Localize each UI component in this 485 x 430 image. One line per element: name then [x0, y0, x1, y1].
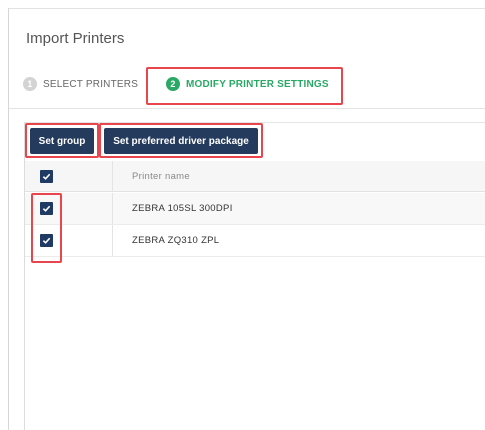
- table-row[interactable]: ZEBRA 105SL 300DPI: [25, 193, 485, 225]
- column-divider: [112, 193, 113, 224]
- step-number-badge: 1: [23, 77, 37, 91]
- divider: [9, 108, 485, 109]
- highlight-box-set-driver: [99, 123, 263, 158]
- dialog-left-border: [8, 8, 9, 430]
- table-row[interactable]: ZEBRA ZQ310 ZPL: [25, 225, 485, 257]
- column-divider: [112, 225, 113, 256]
- highlight-box-set-group: [25, 123, 99, 158]
- dialog-top-border: [8, 8, 485, 9]
- column-divider: [112, 161, 113, 191]
- checkmark-icon: [42, 173, 51, 180]
- highlight-box-row-checkboxes: [31, 193, 62, 263]
- step-select-printers[interactable]: 1 SELECT PRINTERS: [23, 77, 138, 91]
- page-title: Import Printers: [26, 30, 125, 47]
- column-header-printer-name[interactable]: Printer name: [132, 171, 190, 182]
- highlight-box-step2: [146, 67, 343, 105]
- step-label: SELECT PRINTERS: [43, 78, 139, 90]
- printer-name-cell: ZEBRA ZQ310 ZPL: [132, 235, 220, 246]
- import-printers-dialog: Import Printers 1 SELECT PRINTERS 2 MODI…: [0, 0, 485, 430]
- printer-name-cell: ZEBRA 105SL 300DPI: [132, 203, 233, 214]
- table-header: Printer name: [25, 161, 485, 192]
- select-all-checkbox[interactable]: [40, 170, 53, 183]
